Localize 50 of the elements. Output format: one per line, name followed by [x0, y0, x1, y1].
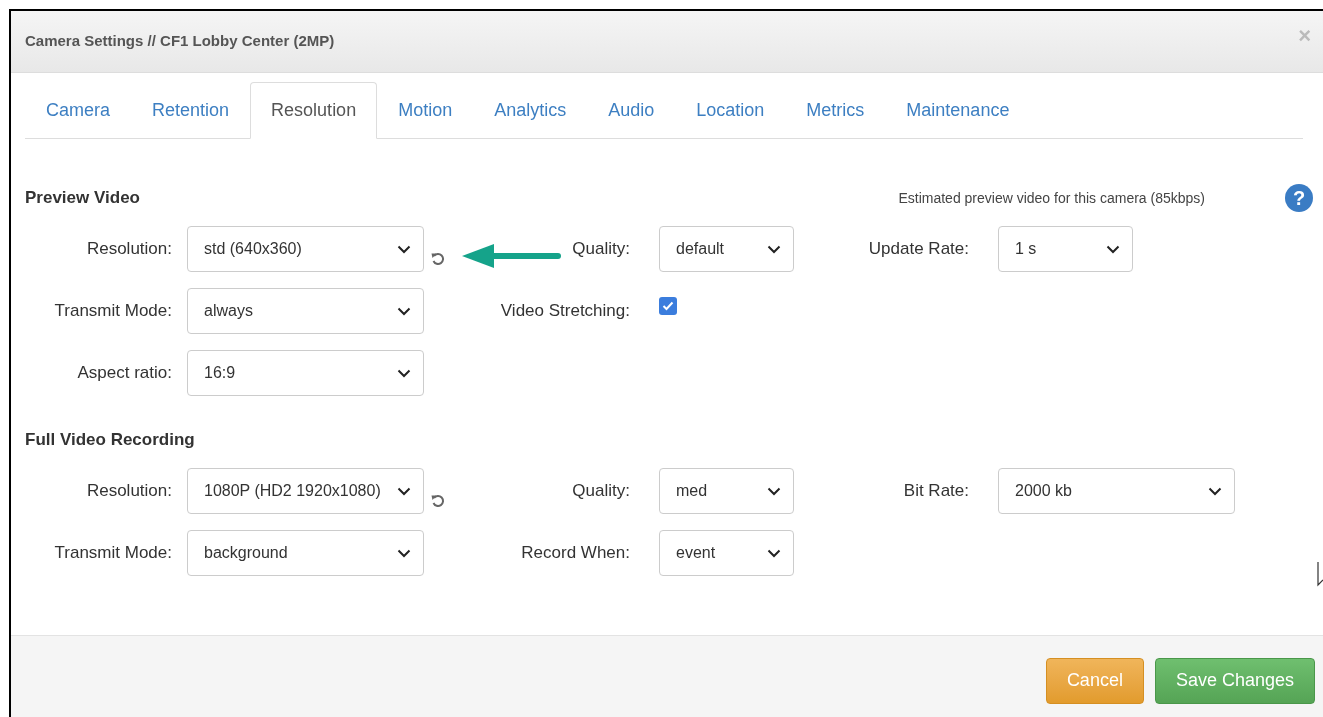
save-button[interactable]: Save Changes [1154, 657, 1315, 704]
tab[interactable]: Resolution [250, 82, 378, 139]
chevron-down-icon [767, 548, 781, 558]
tab[interactable]: Location [675, 82, 786, 139]
dropdown[interactable]: always [187, 288, 424, 334]
dropdown[interactable]: std (640x360) [187, 226, 424, 272]
tab[interactable]: Analytics [473, 82, 588, 139]
chevron-down-icon [1208, 486, 1222, 496]
dropdown[interactable]: background [187, 530, 424, 576]
chevron-down-icon [1106, 244, 1120, 254]
dropdown[interactable]: 1080P (HD2 1920x1080) [187, 468, 424, 514]
dropdown[interactable]: 1 s [998, 226, 1133, 272]
estimate-note: Estimated preview video for this camera (85kbps) [898, 188, 1205, 208]
chevron-down-icon [397, 486, 411, 496]
field-label: Update Rate: [868, 238, 969, 261]
section-heading: Full Video Recording [25, 429, 195, 452]
chevron-down-icon [397, 306, 411, 316]
help-icon[interactable]: ? [1285, 184, 1313, 212]
window-title: Camera Settings // CF1 Lobby Center (2MP) [25, 31, 335, 52]
field-label: Resolution: [86, 238, 172, 261]
section-heading: Preview Video [25, 187, 140, 210]
field-label: Aspect ratio: [77, 362, 172, 385]
chevron-down-icon [767, 244, 781, 254]
chevron-down-icon [397, 548, 411, 558]
cursor-icon [1317, 561, 1323, 587]
tab[interactable]: Maintenance [885, 82, 1031, 139]
dropdown[interactable]: 16:9 [187, 350, 424, 396]
tab[interactable]: Retention [131, 82, 251, 139]
field-label: Record When: [521, 542, 630, 565]
field-label: Transmit Mode: [54, 300, 172, 323]
field-label: Bit Rate: [903, 480, 969, 503]
field-label: Resolution: [86, 480, 172, 503]
chevron-down-icon [397, 244, 411, 254]
tab[interactable]: Metrics [785, 82, 886, 139]
dropdown[interactable]: 2000 kb [998, 468, 1235, 514]
tab[interactable]: Motion [377, 82, 474, 139]
chevron-down-icon [767, 486, 781, 496]
dropdown[interactable]: event [659, 530, 794, 576]
reset-icon[interactable] [431, 494, 445, 508]
checkbox[interactable] [659, 297, 677, 315]
field-label: Quality: [572, 238, 630, 261]
chevron-down-icon [397, 368, 411, 378]
reset-icon[interactable] [431, 252, 445, 266]
dropdown[interactable]: default [659, 226, 794, 272]
field-label: Quality: [572, 480, 630, 503]
tab[interactable]: Audio [587, 82, 676, 139]
field-label: Video Stretching: [500, 300, 630, 323]
field-label: Transmit Mode: [54, 542, 172, 565]
tab[interactable]: Camera [25, 82, 132, 139]
dropdown[interactable]: med [659, 468, 794, 514]
